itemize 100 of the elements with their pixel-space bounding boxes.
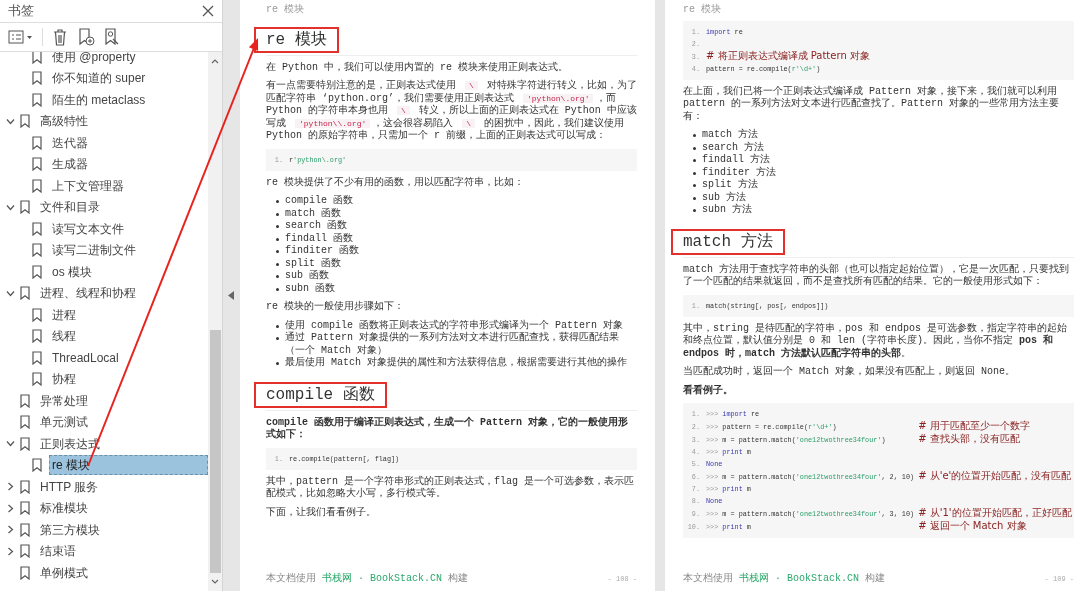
list-item: compile 函数	[285, 195, 353, 208]
paragraph: 下面，让我们看看例子。	[266, 506, 377, 519]
bookmark-cursor-icon[interactable]	[103, 28, 121, 46]
paragraph: 看看例子。	[683, 384, 734, 397]
list-item: search 方法	[702, 141, 764, 153]
bookmark-icon	[32, 243, 42, 258]
list-item: 最后使用 Match 对象提供的属性和方法获得信息，根据需要进行其他的操作	[285, 357, 627, 370]
panel-title: 书签	[8, 2, 34, 20]
footer-note: 本文档使用 书栈网 · BookStack.CN 构建	[266, 572, 469, 585]
bookmark-item[interactable]: 单元测试	[37, 412, 208, 433]
bookmark-item[interactable]: 上下文管理器	[49, 175, 208, 196]
chevron-down-icon[interactable]	[6, 202, 15, 212]
section-heading: match 方法	[671, 228, 785, 255]
section-heading: compile 函数	[254, 381, 387, 408]
bullet-dot	[276, 324, 279, 328]
bookmark-item[interactable]: 迭代器	[49, 132, 208, 153]
close-icon[interactable]	[202, 5, 214, 17]
bullet-dot	[276, 225, 279, 228]
scroll-down-icon[interactable]	[211, 578, 219, 586]
bookmark-plus-icon[interactable]	[77, 28, 95, 46]
collapse-arrow-icon[interactable]	[228, 291, 235, 300]
chevron-down-icon[interactable]	[6, 288, 15, 298]
bookmark-item[interactable]: 陌生的 metaclass	[49, 89, 208, 110]
bookmark-item[interactable]: 读写二进制文件	[49, 240, 208, 261]
bookmark-icon	[32, 157, 42, 172]
list-item: 使用 compile 函数将正则表达式的字符串形式编译为一个 Pattern 对象	[285, 319, 624, 331]
bullet-dot	[276, 362, 279, 365]
bullet-dot	[276, 212, 279, 216]
list-item: split 方法	[702, 179, 758, 191]
bookmark-item[interactable]: 读写文本文件	[49, 218, 208, 239]
bookmark-item[interactable]: 高级特性	[37, 111, 208, 132]
bookmark-item[interactable]: 你不知道的 super	[49, 68, 208, 89]
code-line: # 将正则表达式编译成 Pattern 对象	[706, 49, 870, 63]
bookmark-icon	[20, 114, 30, 129]
bullet-dot	[693, 146, 696, 150]
bookmark-item[interactable]: 标准模块	[37, 498, 208, 519]
bookmark-icon	[32, 71, 42, 86]
bookmark-icon	[20, 544, 30, 559]
paragraph: compile 函数用于编译正则表达式，生成一个 Pattern 对象，它的一般使用形式如下：	[266, 416, 630, 442]
list-item: split 函数	[285, 257, 341, 270]
bookmark-icon	[32, 329, 42, 344]
chevron-right-icon[interactable]	[6, 546, 15, 556]
bookmark-icon	[32, 264, 42, 279]
bookmark-icon	[20, 393, 30, 408]
bullet-dot	[693, 134, 696, 137]
bookmark-icon	[20, 479, 30, 494]
trash-icon[interactable]	[51, 28, 69, 46]
bookmark-item[interactable]: 进程、线程和协程	[37, 283, 208, 304]
chevron-right-icon[interactable]	[6, 503, 15, 513]
bookmark-item[interactable]: 进程	[49, 304, 208, 325]
scroll-up-icon[interactable]	[211, 57, 219, 65]
list-item: match 函数	[285, 207, 341, 220]
scrollbar[interactable]	[208, 52, 222, 591]
running-header: re 模块	[266, 4, 304, 17]
paragraph: 其中，string 是待匹配的字符串，pos 和 endpos 是可选参数，指定字符串的起始和终点位置，默认值分别是 0 和 len (字符串长度)。因此，当你不指定 pos 和 endpos 时，match 方法默认匹配字符串的头部。	[683, 322, 1069, 360]
bookmark-item[interactable]: 单例模式	[37, 562, 208, 583]
paragraph: re 模块提供了不少有用的函数，用以匹配字符串，比如：	[266, 176, 525, 189]
list-item: 通过 Pattern 对象提供的一系列方法对文本进行匹配查找，获得匹配结果（一个 Match 对象）	[285, 332, 620, 356]
bookmark-item[interactable]: 结束语	[37, 541, 208, 562]
bullet-dot	[693, 171, 696, 175]
scrollbar-thumb[interactable]	[209, 330, 221, 573]
paragraph: match 方法用于查找字符串的头部（也可以指定起始位置），它是一次匹配，只要找到了一个匹配的结果就返回，而不是查找所有匹配的结果。它的一般使用形式如下：	[683, 263, 1070, 289]
bullet-dot	[693, 159, 696, 162]
bookmark-item[interactable]: HTTP 服务	[37, 476, 208, 497]
bullet-dot	[693, 209, 696, 212]
chevron-down-icon[interactable]	[6, 116, 15, 126]
bookmark-item[interactable]: os 模块	[49, 261, 208, 282]
bookmark-item[interactable]: 文件和目录	[37, 197, 208, 218]
bookmark-item[interactable]: re 模块	[49, 455, 208, 476]
list-item: search 函数	[285, 220, 347, 233]
paragraph: 有一点需要特别注意的是，正则表达式使用 \ 对特殊字符进行转义，比如，为了匹配字符串 ‘python.org’，我们需要使用正则表达式 'python\.org' ，而 Python 的字符串本身也用 \ 转义，所以上面的正则表达式在 Python 中应该写成 'python\\.org' ，这会很容易陷入 \ 的困扰中，因此，我们建议使用 Python 的原始字符串，只需加一个 r 前缀，上面的正则表达式可以写成：	[266, 80, 637, 143]
list-item: finditer 方法	[702, 166, 776, 178]
bookmark-item[interactable]: ThreadLocal	[49, 347, 208, 368]
bookmark-item[interactable]: 协程	[49, 369, 208, 390]
list-item: subn 函数	[285, 282, 335, 295]
section-heading: re 模块	[254, 26, 339, 53]
paragraph: re 模块的一般使用步骤如下：	[266, 301, 405, 314]
bookmark-item[interactable]: 线程	[49, 326, 208, 347]
bullet-dot	[276, 287, 279, 291]
bookmark-item[interactable]: 使用 @property	[49, 52, 208, 67]
bookmark-icon	[32, 178, 42, 193]
paragraph: 在 Python 中，我们可以使用内置的 re 模块来使用正则表达式。	[266, 61, 569, 74]
paragraph: 其中，pattern 是一个字符串形式的正则表达式，flag 是一个可选参数，表示匹配模式，比如忽略大小写，多行模式等。	[266, 475, 635, 501]
list-item: match 方法	[702, 129, 758, 141]
bullet-dot	[276, 250, 279, 253]
bookmark-icon	[20, 286, 30, 301]
chevron-right-icon[interactable]	[6, 482, 15, 492]
chevron-down-icon[interactable]	[6, 439, 15, 449]
bookmark-item[interactable]: 第三方模块	[37, 519, 208, 540]
bookmark-icon	[32, 458, 42, 473]
list-item: sub 方法	[702, 191, 746, 203]
bookmark-item[interactable]: 异常处理	[37, 390, 208, 411]
paragraph: 当匹配成功时，返回一个 Match 对象，如果没有匹配上，则返回 None。	[683, 366, 1016, 379]
footer-note: 本文档使用 书栈网 · BookStack.CN 构建	[683, 572, 886, 585]
bookmark-item[interactable]: 生成器	[49, 154, 208, 175]
chevron-right-icon[interactable]	[6, 525, 15, 535]
list-item: sub 函数	[285, 270, 329, 283]
options-menu-icon[interactable]	[8, 30, 34, 44]
bookmark-icon	[32, 307, 42, 322]
bookmark-icon	[20, 565, 30, 580]
